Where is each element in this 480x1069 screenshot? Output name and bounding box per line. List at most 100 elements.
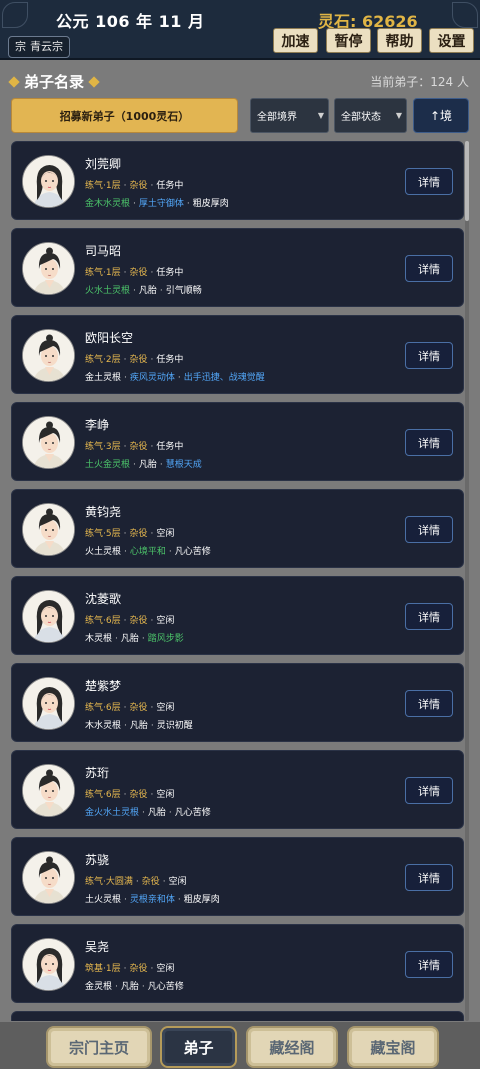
disciple-role: 杂役 (129, 442, 148, 452)
disciple-card[interactable]: 欧阳长空 练气·2层 · 杂役 · 任务中 金土灵根 · 疾风灵动体 · 出手迅捷、战魂觉醒 详情 (11, 315, 464, 394)
separator-dot: · (162, 877, 166, 887)
status-filter-select[interactable]: 全部状态 ▼ (334, 98, 407, 133)
disciple-status-line: 练气·1层 · 杂役 · 任务中 (85, 265, 183, 278)
disciple-realm: 练气·6层 (85, 790, 121, 800)
detail-button[interactable]: 详情 (405, 603, 453, 630)
nav-treasure-pavilion[interactable]: 藏宝阁 (347, 1026, 439, 1068)
disciple-traits-line: 火土灵根 · 心境平和 · 凡心苦修 (85, 544, 211, 557)
disciple-card[interactable]: 黄钧尧 练气·5层 · 杂役 · 空闲 火土灵根 · 心境平和 · 凡心苦修 详情 (11, 489, 464, 568)
disciple-card[interactable]: 楚紫梦 练气·6层 · 杂役 · 空闲 木水灵根 · 凡胎 · 灵识初醒 详情 (11, 663, 464, 742)
disciple-status: 空闲 (156, 964, 175, 974)
trait: 引气顺畅 (165, 286, 202, 296)
disciple-realm: 练气·6层 (85, 616, 121, 626)
trait: 出手迅捷、战魂觉醒 (183, 373, 265, 383)
disciple-role: 杂役 (129, 616, 148, 626)
disciple-status: 任务中 (156, 442, 184, 452)
sort-by-realm-button[interactable]: ↑境 (413, 98, 469, 133)
separator-dot: · (133, 460, 136, 470)
detail-button[interactable]: 详情 (405, 516, 453, 543)
chevron-down-icon: ▼ (395, 111, 402, 120)
spirit-root: 火土灵根 (85, 547, 122, 557)
separator-dot: · (133, 286, 136, 296)
separator-dot: · (150, 721, 154, 731)
pause-button[interactable]: 暂停 (326, 28, 371, 53)
disciple-name: 吴尧 (85, 940, 110, 954)
disciple-name: 楚紫梦 (85, 679, 122, 693)
realm-filter-value: 全部境界 (257, 112, 297, 123)
female-avatar (22, 677, 75, 730)
physique: 凡胎 (138, 460, 157, 470)
disciple-card[interactable]: 沈菱歌 练气·6层 · 杂役 · 空闲 木灵根 · 凡胎 · 踏风步影 详情 (11, 576, 464, 655)
disciple-status: 空闲 (156, 790, 175, 800)
disciple-name: 欧阳长空 (85, 331, 134, 345)
game-date: 公元 106 年 11 月 (56, 12, 205, 31)
disciple-name: 刘莞卿 (85, 157, 122, 171)
scrollbar-thumb[interactable] (465, 141, 469, 221)
settings-button[interactable]: 设置 (429, 28, 474, 53)
detail-button[interactable]: 详情 (405, 168, 453, 195)
detail-button[interactable]: 详情 (405, 255, 453, 282)
female-avatar (22, 938, 75, 991)
detail-button[interactable]: 详情 (405, 951, 453, 978)
disciple-status-line: 练气·6层 · 杂役 · 空闲 (85, 700, 174, 713)
spirit-root: 金土灵根 (85, 373, 122, 383)
disciple-role: 杂役 (129, 181, 148, 191)
disciple-status: 空闲 (156, 616, 175, 626)
corner-ornament-icon (2, 2, 28, 28)
separator-dot: · (150, 181, 154, 191)
spirit-root: 土火金灵根 (85, 460, 131, 470)
nav-sect-home[interactable]: 宗门主页 (46, 1026, 152, 1068)
trait: 粗皮厚肉 (192, 199, 229, 209)
separator-dot: · (123, 703, 127, 713)
physique: 厚土守御体 (138, 199, 184, 209)
detail-button[interactable]: 详情 (405, 342, 453, 369)
separator-dot: · (115, 982, 118, 992)
physique: 疾风灵动体 (129, 373, 175, 383)
separator-dot: · (150, 964, 154, 974)
disciple-realm: 筑基·1层 (85, 964, 121, 974)
disciple-traits-line: 金火水土灵根 · 凡胎 · 凡心苦修 (85, 805, 211, 818)
detail-button[interactable]: 详情 (405, 690, 453, 717)
disciple-card[interactable]: 刘莞卿 练气·1层 · 杂役 · 任务中 金木水灵根 · 厚土守御体 · 粗皮厚肉 详情 (11, 141, 464, 220)
disciple-status: 空闲 (168, 877, 187, 887)
disciple-card[interactable] (11, 1011, 464, 1021)
realm-filter-select[interactable]: 全部境界 ▼ (250, 98, 329, 133)
male-avatar (22, 503, 75, 556)
male-avatar (22, 242, 75, 295)
separator-dot: · (159, 460, 163, 470)
separator-dot: · (150, 268, 154, 278)
nav-disciples[interactable]: 弟子 (160, 1026, 237, 1068)
disciple-card[interactable]: 吴尧 筑基·1层 · 杂役 · 空闲 金灵根 · 凡胎 · 凡心苦修 详情 (11, 924, 464, 1003)
detail-button[interactable]: 详情 (405, 429, 453, 456)
help-button[interactable]: 帮助 (377, 28, 422, 53)
disciple-realm: 练气·5层 (85, 529, 121, 539)
sect-badge[interactable]: 宗 青云宗 (8, 36, 70, 58)
nav-scripture-pavilion[interactable]: 藏经阁 (246, 1026, 338, 1068)
speed-up-button[interactable]: 加速 (273, 28, 318, 53)
detail-button[interactable]: 详情 (405, 777, 453, 804)
disciple-card[interactable]: 苏骁 练气·大圆满 · 杂役 · 空闲 土火灵根 · 灵根亲和体 · 粗皮厚肉 详情 (11, 837, 464, 916)
sect-name: 青云宗 (30, 40, 63, 53)
disciple-card[interactable]: 苏珩 练气·6层 · 杂役 · 空闲 金火水土灵根 · 凡胎 · 凡心苦修 详情 (11, 750, 464, 829)
separator-dot: · (135, 877, 139, 887)
separator-dot: · (115, 634, 118, 644)
disciple-realm: 练气·2层 (85, 355, 121, 365)
disciple-role: 杂役 (129, 355, 148, 365)
recruit-disciple-button[interactable]: 招募新弟子（1000灵石） (11, 98, 238, 133)
disciple-realm: 练气·6层 (85, 703, 121, 713)
separator-dot: · (124, 373, 127, 383)
separator-dot: · (168, 808, 172, 818)
disciple-list[interactable]: 刘莞卿 练气·1层 · 杂役 · 任务中 金木水灵根 · 厚土守御体 · 粗皮厚肉 详情 司马昭 练气·1… (11, 141, 464, 1021)
physique: 凡胎 (138, 286, 157, 296)
separator-dot: · (123, 181, 127, 191)
trait: 凡心苦修 (147, 982, 184, 992)
disciple-name: 黄钧尧 (85, 505, 122, 519)
disciple-status: 空闲 (156, 703, 175, 713)
disciple-card[interactable]: 司马昭 练气·1层 · 杂役 · 任务中 火水土灵根 · 凡胎 · 引气顺畅 详情 (11, 228, 464, 307)
detail-button[interactable]: 详情 (405, 864, 453, 891)
top-header: 公元 106 年 11 月 灵石: 62626 宗 青云宗 加速 暂停 帮助 设… (0, 0, 480, 60)
list-scrollbar[interactable] (465, 141, 469, 1021)
disciple-card[interactable]: 李峥 练气·3层 · 杂役 · 任务中 土火金灵根 · 凡胎 · 慧根天成 详情 (11, 402, 464, 481)
trait: 凡心苦修 (174, 808, 211, 818)
separator-dot: · (186, 199, 190, 209)
